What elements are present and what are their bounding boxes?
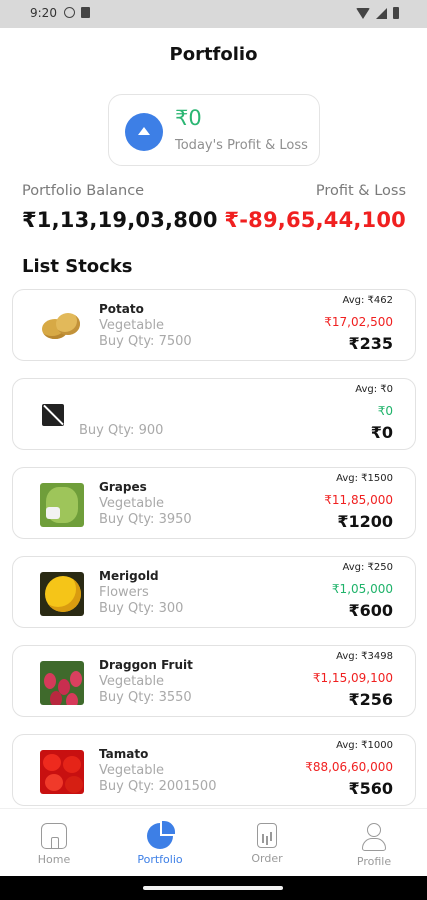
tomato-image bbox=[40, 750, 84, 794]
nav-label: Home bbox=[37, 853, 71, 866]
stock-avg: Avg: ₹0 bbox=[355, 384, 393, 395]
sd-card-icon bbox=[81, 7, 90, 18]
stock-avg: Avg: ₹3498 bbox=[336, 651, 393, 662]
bottom-nav: Home Portfolio Order Profile bbox=[0, 808, 427, 876]
nav-order[interactable]: Order bbox=[227, 823, 307, 865]
stock-card-merigold[interactable]: Merigold Flowers Buy Qty: 300 Avg: ₹250 … bbox=[12, 556, 416, 628]
stock-pl: ₹1,05,000 bbox=[331, 582, 393, 596]
status-right-icons bbox=[356, 7, 399, 19]
home-icon bbox=[41, 823, 67, 849]
grapes-image bbox=[40, 483, 84, 527]
stock-avg: Avg: ₹250 bbox=[342, 562, 393, 573]
wifi-icon bbox=[356, 7, 370, 19]
stock-buy-qty: Buy Qty: 3550 bbox=[99, 690, 192, 705]
stock-price: ₹256 bbox=[348, 690, 393, 709]
nav-label: Profile bbox=[356, 855, 392, 868]
nav-label: Order bbox=[251, 852, 283, 865]
pie-chart-icon bbox=[147, 819, 177, 849]
order-icon bbox=[257, 823, 277, 848]
profit-loss-label: Profit & Loss bbox=[315, 183, 406, 199]
stock-avg: Avg: ₹1500 bbox=[336, 473, 393, 484]
stock-card-potato[interactable]: Potato Vegetable Buy Qty: 7500 Avg: ₹462… bbox=[12, 289, 416, 361]
list-stocks-title: List Stocks bbox=[22, 256, 133, 277]
stock-pl: ₹1,15,09,100 bbox=[312, 671, 393, 685]
trend-up-icon bbox=[125, 113, 163, 151]
stock-name: Grapes bbox=[99, 480, 147, 494]
stock-card-tamato[interactable]: Tamato Vegetable Buy Qty: 2001500 Avg: ₹… bbox=[12, 734, 416, 806]
stock-buy-qty: Buy Qty: 3950 bbox=[99, 512, 192, 527]
today-pnl-label: Today's Profit & Loss bbox=[175, 138, 308, 153]
status-left-icons bbox=[64, 7, 90, 18]
portfolio-balance-label: Portfolio Balance bbox=[22, 183, 145, 199]
stock-pl: ₹11,85,000 bbox=[324, 493, 393, 507]
stock-price: ₹0 bbox=[370, 423, 393, 442]
stock-category: Vegetable bbox=[99, 674, 165, 689]
stock-price: ₹235 bbox=[348, 334, 393, 353]
stock-name: Potato bbox=[99, 302, 144, 316]
today-pnl-card: ₹0 Today's Profit & Loss bbox=[108, 94, 320, 166]
stock-price: ₹600 bbox=[348, 601, 393, 620]
nav-home[interactable]: Home bbox=[14, 823, 94, 866]
portfolio-balance-value: ₹1,13,19,03,800 bbox=[22, 208, 218, 232]
signal-icon bbox=[376, 7, 387, 19]
stock-avg: Avg: ₹1000 bbox=[336, 740, 393, 751]
stock-name: Merigold bbox=[99, 569, 159, 583]
profile-icon bbox=[360, 823, 388, 851]
stock-avg: Avg: ₹462 bbox=[342, 295, 393, 306]
vpn-icon bbox=[64, 7, 75, 18]
profit-loss-value: ₹-89,65,44,100 bbox=[224, 208, 406, 232]
stock-buy-qty: Buy Qty: 7500 bbox=[99, 334, 192, 349]
nav-portfolio[interactable]: Portfolio bbox=[120, 819, 200, 866]
image-not-supported-icon bbox=[42, 404, 64, 426]
stock-pl: ₹17,02,500 bbox=[324, 315, 393, 329]
stock-name: Draggon Fruit bbox=[99, 658, 193, 672]
page-title: Portfolio bbox=[169, 44, 258, 65]
stock-pl: ₹0 bbox=[377, 404, 393, 418]
stock-buy-qty: Buy Qty: 2001500 bbox=[99, 779, 217, 794]
today-pnl-value: ₹0 bbox=[175, 106, 202, 130]
stock-buy-qty: Buy Qty: 300 bbox=[99, 601, 184, 616]
status-time: 9:20 bbox=[30, 6, 57, 20]
stock-card-draggon-fruit[interactable]: Draggon Fruit Vegetable Buy Qty: 3550 Av… bbox=[12, 645, 416, 717]
nav-profile[interactable]: Profile bbox=[334, 823, 414, 868]
stock-category: Flowers bbox=[99, 585, 149, 600]
nav-label: Portfolio bbox=[137, 853, 183, 866]
stock-buy-qty: Buy Qty: 900 bbox=[79, 423, 164, 438]
stock-price: ₹560 bbox=[348, 779, 393, 798]
stock-name: Tamato bbox=[99, 747, 149, 761]
status-bar: 9:20 bbox=[0, 0, 427, 28]
stock-pl: ₹88,06,60,000 bbox=[305, 760, 393, 774]
home-gesture-handle[interactable] bbox=[143, 886, 283, 890]
battery-icon bbox=[393, 7, 399, 19]
potato-image bbox=[40, 305, 84, 349]
system-gesture-bar bbox=[0, 876, 427, 900]
stock-category: Vegetable bbox=[99, 496, 165, 511]
stock-price: ₹1200 bbox=[337, 512, 393, 531]
stock-category: Vegetable bbox=[99, 318, 165, 333]
stock-card-grapes[interactable]: Grapes Vegetable Buy Qty: 3950 Avg: ₹150… bbox=[12, 467, 416, 539]
dragon-fruit-image bbox=[40, 661, 84, 705]
marigold-image bbox=[40, 572, 84, 616]
stock-card-no-image[interactable]: Buy Qty: 900 Avg: ₹0 ₹0 ₹0 bbox=[12, 378, 416, 450]
stock-category: Vegetable bbox=[99, 763, 165, 778]
